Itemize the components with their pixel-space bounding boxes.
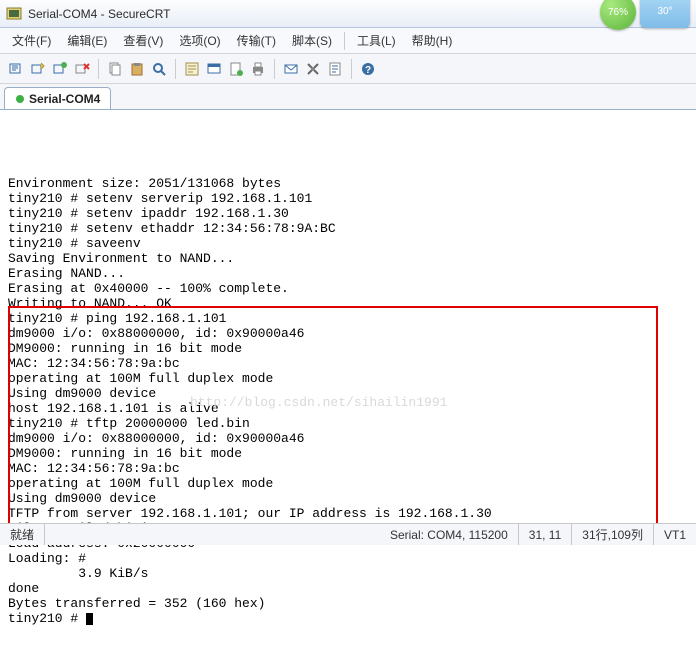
terminal-line: operating at 100M full duplex mode: [8, 476, 688, 491]
terminal-line: Erasing NAND...: [8, 266, 688, 281]
status-bar: 就绪 Serial: COM4, 115200 31, 11 31行,109列 …: [0, 523, 696, 545]
weather-widget: 30°: [640, 0, 690, 28]
terminal-line: TFTP from server 192.168.1.101; our IP a…: [8, 506, 688, 521]
menu-tools[interactable]: 工具(L): [349, 29, 404, 52]
terminal-line: Bytes transferred = 352 (160 hex): [8, 596, 688, 611]
log-icon[interactable]: [226, 59, 246, 79]
terminal-line: done: [8, 581, 688, 596]
script-icon[interactable]: [325, 59, 345, 79]
copy-icon[interactable]: [105, 59, 125, 79]
terminal-line: operating at 100M full duplex mode: [8, 371, 688, 386]
terminal-line: Saving Environment to NAND...: [8, 251, 688, 266]
terminal-line: Loading: #: [8, 551, 688, 566]
status-term-type: VT1: [654, 524, 696, 545]
status-ready: 就绪: [0, 524, 45, 545]
terminal-line: tiny210 # setenv ethaddr 12:34:56:78:9A:…: [8, 221, 688, 236]
svg-text:?: ?: [365, 65, 371, 76]
terminal-line: DM9000: running in 16 bit mode: [8, 341, 688, 356]
terminal-line: MAC: 12:34:56:78:9a:bc: [8, 356, 688, 371]
tab-bar: Serial-COM4: [0, 84, 696, 110]
terminal-line: Environment size: 2051/131068 bytes: [8, 176, 688, 191]
terminal-line: dm9000 i/o: 0x88000000, id: 0x90000a46: [8, 431, 688, 446]
terminal-line: dm9000 i/o: 0x88000000, id: 0x90000a46: [8, 326, 688, 341]
terminal-line: MAC: 12:34:56:78:9a:bc: [8, 461, 688, 476]
status-size: 31行,109列: [572, 524, 654, 545]
reconnect-icon[interactable]: [50, 59, 70, 79]
menu-script[interactable]: 脚本(S): [284, 29, 340, 52]
disconnect-icon[interactable]: [72, 59, 92, 79]
cursor: [86, 613, 93, 625]
app-icon: [6, 6, 22, 22]
menu-separator: [344, 32, 345, 50]
print-icon[interactable]: [248, 59, 268, 79]
terminal-line: tiny210 #: [8, 611, 688, 626]
send-icon[interactable]: [281, 59, 301, 79]
connected-icon: [15, 94, 25, 104]
toolbar-separator: [175, 59, 176, 79]
terminal-line: [8, 161, 688, 176]
title-bar: Serial-COM4 - SecureCRT: [0, 0, 696, 28]
terminal-line: 3.9 KiB/s: [8, 566, 688, 581]
session-tab[interactable]: Serial-COM4: [4, 87, 111, 109]
menu-edit[interactable]: 编辑(E): [59, 29, 115, 52]
window-title: Serial-COM4 - SecureCRT: [28, 7, 170, 21]
terminal-line: DM9000: running in 16 bit mode: [8, 446, 688, 461]
menu-options[interactable]: 选项(O): [171, 29, 228, 52]
menu-bar: 文件(F) 编辑(E) 查看(V) 选项(O) 传输(T) 脚本(S) 工具(L…: [0, 28, 696, 54]
quick-connect-icon[interactable]: [28, 59, 48, 79]
desktop-widgets: 76% 30°: [600, 0, 696, 30]
properties-icon[interactable]: [182, 59, 202, 79]
status-connection: Serial: COM4, 115200: [380, 524, 519, 545]
terminal-line: tiny210 # setenv serverip 192.168.1.101: [8, 191, 688, 206]
terminal-line: tiny210 # saveenv: [8, 236, 688, 251]
menu-help[interactable]: 帮助(H): [404, 29, 461, 52]
menu-view[interactable]: 查看(V): [115, 29, 171, 52]
menu-transport[interactable]: 传输(T): [229, 29, 284, 52]
status-cursor-pos: 31, 11: [519, 524, 572, 545]
terminal-line: host 192.168.1.101 is alive: [8, 401, 688, 416]
terminal-output[interactable]: http://blog.csdn.net/sihailin1991 Enviro…: [0, 110, 696, 550]
toolbar-separator: [351, 59, 352, 79]
terminal-line: Using dm9000 device: [8, 491, 688, 506]
terminal-line: tiny210 # tftp 20000000 led.bin: [8, 416, 688, 431]
paste-icon[interactable]: [127, 59, 147, 79]
terminal-line: Erasing at 0x40000 -- 100% complete.: [8, 281, 688, 296]
terminal-line: tiny210 # ping 192.168.1.101: [8, 311, 688, 326]
find-icon[interactable]: [149, 59, 169, 79]
session-icon[interactable]: [204, 59, 224, 79]
toolbar-separator: [98, 59, 99, 79]
terminal-line: Using dm9000 device: [8, 386, 688, 401]
help-icon[interactable]: ?: [358, 59, 378, 79]
menu-file[interactable]: 文件(F): [4, 29, 59, 52]
cpu-gauge-widget: 76%: [600, 0, 636, 30]
settings-icon[interactable]: [303, 59, 323, 79]
connect-icon[interactable]: [6, 59, 26, 79]
tab-label: Serial-COM4: [29, 92, 100, 106]
toolbar: ?: [0, 54, 696, 84]
toolbar-separator: [274, 59, 275, 79]
terminal-line: Writing to NAND... OK: [8, 296, 688, 311]
terminal-line: tiny210 # setenv ipaddr 192.168.1.30: [8, 206, 688, 221]
